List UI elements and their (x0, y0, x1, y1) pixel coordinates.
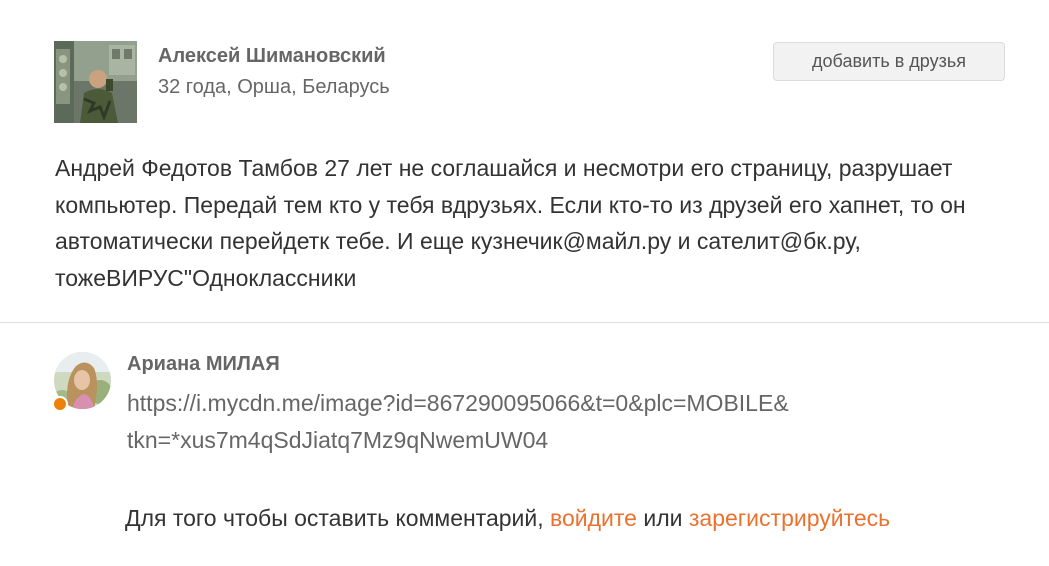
comment-text-line: https://i.mycdn.me/image?id=867290095066… (127, 390, 789, 416)
divider (0, 322, 1049, 323)
login-prompt-text: или (636, 505, 689, 531)
login-link[interactable]: войдите (550, 505, 637, 531)
login-prompt-text: Для того чтобы оставить комментарий, (125, 505, 551, 531)
comment-text-line: tkn=*xus7m4qSdJiatq7Mz9qNwemUW04 (127, 426, 549, 453)
post-author-name[interactable]: Алексей Шимановский (158, 45, 386, 68)
post-text: Андрей Федотов Тамбов 27 лет не соглашай… (55, 155, 966, 291)
author-photo-image (54, 41, 137, 123)
author-avatar[interactable] (54, 41, 137, 123)
comment-author-name[interactable]: Ариана МИЛАЯ (127, 353, 280, 376)
register-link[interactable]: зарегистрируйтесь (689, 505, 890, 531)
add-friend-button[interactable]: добавить в друзья (773, 42, 1005, 81)
post-author-meta: 32 года, Орша, Беларусь (158, 76, 390, 98)
comment-text: https://i.mycdn.me/image?id=867290095066… (127, 385, 1007, 458)
online-status-dot (52, 396, 68, 412)
login-prompt: Для того чтобы оставить комментарий, вой… (125, 505, 890, 532)
post-card: Алексей Шимановский 32 года, Орша, Белар… (0, 0, 1049, 322)
